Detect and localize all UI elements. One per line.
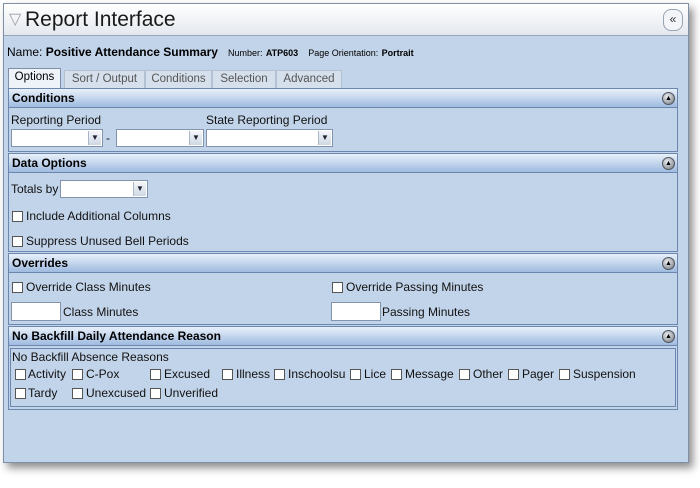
report-interface-window: ▽ Report Interface « Name: Positive Atte… bbox=[3, 3, 689, 463]
suppress-unused-bell-periods-label: Suppress Unused Bell Periods bbox=[26, 234, 189, 248]
tab-conditions[interactable]: Conditions bbox=[145, 70, 212, 88]
collapse-circle-icon[interactable]: ▲ bbox=[662, 257, 675, 270]
reason-pager-label: Pager bbox=[522, 367, 555, 381]
no-backfill-section: No Backfill Daily Attendance Reason ▲ No… bbox=[8, 326, 678, 410]
dropdown-arrow-icon: ▼ bbox=[318, 131, 331, 145]
reason-message-label: Message bbox=[405, 367, 454, 381]
absence-reasons-group-label: No Backfill Absence Reasons bbox=[12, 350, 169, 364]
conditions-header: Conditions ▲ bbox=[9, 89, 677, 108]
passing-minutes-label: Passing Minutes bbox=[382, 305, 471, 319]
reason-pager-checkbox[interactable] bbox=[508, 369, 519, 380]
period-separator: - bbox=[106, 131, 110, 145]
reason-other-checkbox[interactable] bbox=[459, 369, 470, 380]
class-minutes-label: Class Minutes bbox=[63, 305, 139, 319]
reason-inschoolsu-label: Inschoolsu bbox=[288, 367, 346, 381]
data-options-title: Data Options bbox=[12, 156, 87, 170]
reason-illness-checkbox[interactable] bbox=[222, 369, 233, 380]
funnel-icon: ▽ bbox=[9, 11, 22, 28]
collapse-circle-icon[interactable]: ▲ bbox=[662, 330, 675, 343]
report-name: Positive Attendance Summary bbox=[45, 45, 218, 59]
dropdown-arrow-icon: ▼ bbox=[88, 131, 101, 145]
overrides-header: Overrides ▲ bbox=[9, 254, 677, 273]
overrides-title: Overrides bbox=[12, 256, 69, 270]
reason-unverified-checkbox[interactable] bbox=[150, 388, 161, 399]
overrides-section: Overrides ▲ Override Class Minutes Overr… bbox=[8, 253, 678, 325]
reason-excused-checkbox[interactable] bbox=[150, 369, 161, 380]
dropdown-arrow-icon: ▼ bbox=[189, 131, 202, 145]
data-options-section: Data Options ▲ Totals by ▼ Include Addit… bbox=[8, 153, 678, 252]
reporting-period-start-select[interactable]: ▼ bbox=[11, 129, 103, 147]
collapse-circle-icon[interactable]: ▲ bbox=[662, 92, 675, 105]
reason-suspension-checkbox[interactable] bbox=[559, 369, 570, 380]
reason-lice-checkbox[interactable] bbox=[350, 369, 361, 380]
name-label: Name: bbox=[7, 45, 43, 59]
reason-unexcused-label: Unexcused bbox=[86, 386, 147, 400]
reporting-period-end-select[interactable]: ▼ bbox=[116, 129, 204, 147]
no-backfill-header: No Backfill Daily Attendance Reason ▲ bbox=[9, 327, 677, 346]
override-class-minutes-label: Override Class Minutes bbox=[26, 280, 151, 294]
reason-unverified-label: Unverified bbox=[164, 386, 219, 400]
state-reporting-period-select[interactable]: ▼ bbox=[206, 129, 333, 147]
state-reporting-period-label: State Reporting Period bbox=[206, 113, 328, 127]
include-additional-columns-label: Include Additional Columns bbox=[26, 209, 171, 223]
no-backfill-title: No Backfill Daily Attendance Reason bbox=[12, 329, 221, 343]
include-additional-columns-checkbox[interactable] bbox=[12, 211, 23, 222]
reason-activity-label: Activity bbox=[28, 367, 67, 381]
conditions-title: Conditions bbox=[12, 91, 75, 105]
reason-cpox-checkbox[interactable] bbox=[72, 369, 83, 380]
tab-sort-output[interactable]: Sort / Output bbox=[64, 70, 145, 88]
conditions-section: Conditions ▲ Reporting Period ▼ - ▼ Stat… bbox=[8, 88, 678, 152]
reason-illness-label: Illness bbox=[236, 367, 271, 381]
reason-activity-checkbox[interactable] bbox=[15, 369, 26, 380]
data-options-header: Data Options ▲ bbox=[9, 154, 677, 173]
collapse-panel-button[interactable]: « bbox=[663, 9, 683, 31]
page-orientation-value: Portrait bbox=[381, 48, 414, 58]
reason-other-label: Other bbox=[473, 367, 504, 381]
tab-advanced[interactable]: Advanced bbox=[276, 70, 342, 88]
reason-lice-label: Lice bbox=[364, 367, 387, 381]
suppress-unused-bell-periods-checkbox[interactable] bbox=[12, 236, 23, 247]
tab-options[interactable]: Options bbox=[8, 68, 61, 88]
title-bar: ▽ Report Interface « bbox=[4, 4, 688, 36]
reason-inschoolsu-checkbox[interactable] bbox=[274, 369, 285, 380]
reason-unexcused-checkbox[interactable] bbox=[72, 388, 83, 399]
totals-by-select[interactable]: ▼ bbox=[60, 180, 148, 198]
class-minutes-input[interactable] bbox=[11, 302, 61, 321]
totals-by-label: Totals by bbox=[11, 182, 59, 196]
reason-excused-label: Excused bbox=[164, 367, 211, 381]
window-title: Report Interface bbox=[25, 8, 176, 31]
passing-minutes-input[interactable] bbox=[331, 302, 381, 321]
report-number-label: Number: bbox=[227, 48, 263, 58]
reason-tardy-checkbox[interactable] bbox=[15, 388, 26, 399]
report-number: ATP603 bbox=[265, 48, 299, 58]
reason-message-checkbox[interactable] bbox=[391, 369, 402, 380]
reason-tardy-label: Tardy bbox=[28, 386, 58, 400]
page-orientation-label: Page Orientation: bbox=[308, 48, 379, 58]
reporting-period-label: Reporting Period bbox=[11, 113, 102, 127]
override-passing-minutes-checkbox[interactable] bbox=[332, 282, 343, 293]
override-passing-minutes-label: Override Passing Minutes bbox=[346, 280, 484, 294]
tab-selection[interactable]: Selection bbox=[212, 70, 276, 88]
reason-cpox-label: C-Pox bbox=[86, 367, 120, 381]
report-info-row: Name: Positive Attendance Summary Number… bbox=[7, 44, 414, 60]
reason-suspension-label: Suspension bbox=[573, 367, 636, 381]
override-class-minutes-checkbox[interactable] bbox=[12, 282, 23, 293]
dropdown-arrow-icon: ▼ bbox=[133, 182, 146, 196]
collapse-circle-icon[interactable]: ▲ bbox=[662, 157, 675, 170]
